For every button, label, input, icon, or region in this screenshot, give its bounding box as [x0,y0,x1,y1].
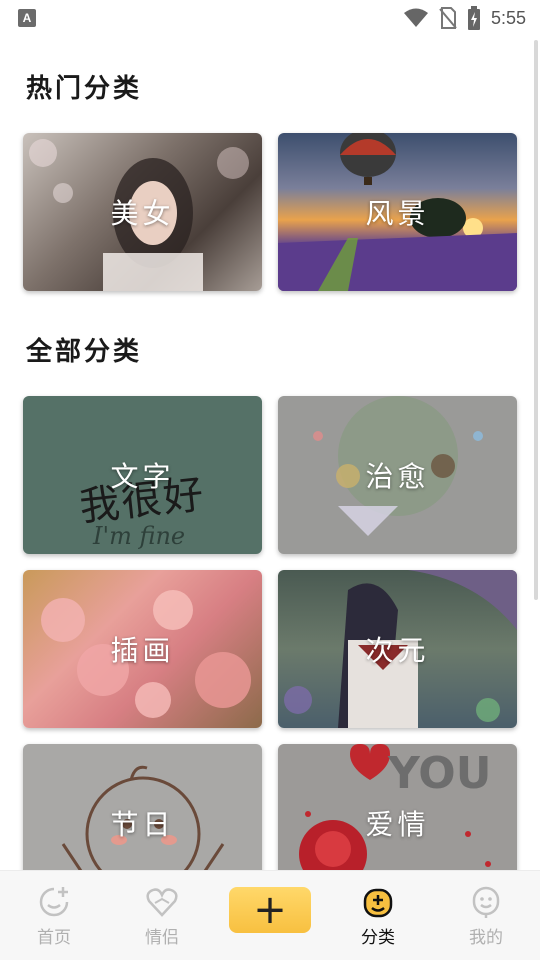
category-label: 治愈 [365,460,430,493]
category-label: 插画 [110,634,175,667]
heart-icon [146,888,178,917]
category-card-healing[interactable]: 治愈 [278,396,517,554]
app-notification-icon: A [18,9,36,27]
category-card-anime[interactable]: 次元 [278,570,517,728]
status-time: 5:55 [490,7,526,28]
all-section-title: 全部分类 [26,337,143,367]
wifi-icon [403,8,428,27]
tab-category[interactable]: 分类 [333,885,423,948]
tab-label: 分类 [361,928,395,948]
category-card-beauty[interactable]: 美女 [23,133,262,291]
category-label: 次元 [365,634,430,667]
tab-home[interactable]: 首页 [9,885,99,948]
category-card-text[interactable]: 我很好 I'm fine 文字 [23,396,262,554]
tab-mine[interactable]: 我的 [441,885,531,948]
tab-label: 我的 [469,928,503,948]
category-card-illustration[interactable]: 插画 [23,570,262,728]
tab-add[interactable]: + [225,885,315,933]
status-bar: A 5:55 [0,0,540,36]
category-icon [363,888,393,918]
no-sim-icon [439,7,457,29]
scrollbar[interactable] [534,40,538,600]
profile-icon [472,886,500,918]
home-icon [39,887,69,917]
tab-label: 首页 [37,928,71,948]
plus-icon: + [253,887,287,933]
category-label: 风景 [365,197,430,230]
category-card-scenery[interactable]: 风景 [278,133,517,291]
category-label: 文字 [110,460,175,493]
tab-label: 情侣 [145,928,179,948]
battery-charging-icon [467,6,480,30]
add-button[interactable]: + [229,887,311,933]
bottom-tab-bar: 首页 情侣 + 分类 我的 [0,870,540,960]
popular-section-title: 热门分类 [26,74,143,104]
tab-couple[interactable]: 情侣 [117,885,207,948]
category-label: 美女 [110,197,175,230]
